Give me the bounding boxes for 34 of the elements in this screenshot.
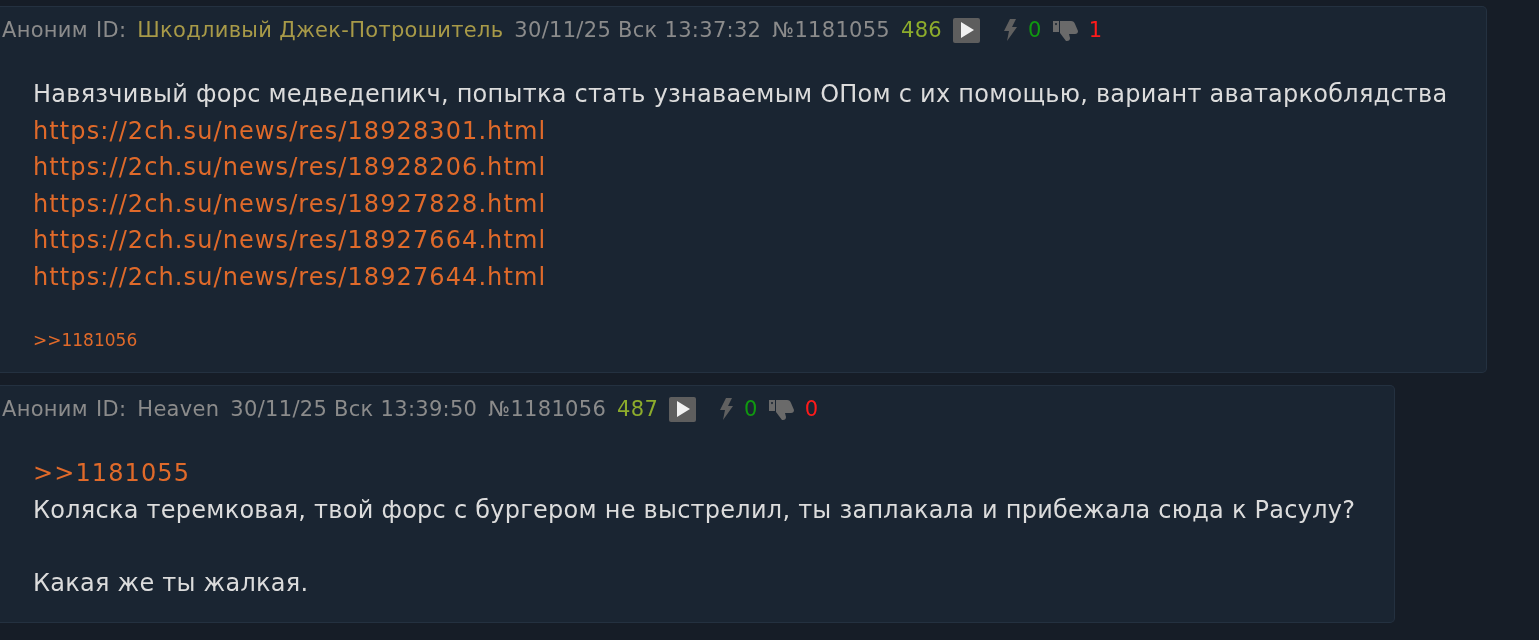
author-name: Аноним — [2, 396, 88, 422]
post-link[interactable]: >>1181055 — [33, 459, 190, 487]
play-button[interactable] — [669, 396, 697, 422]
poster-id: Heaven — [137, 396, 220, 422]
dislike-count: 1 — [1088, 17, 1103, 43]
id-label: ID: — [95, 396, 127, 422]
post-number[interactable]: №1181056 — [488, 396, 607, 422]
post-date: 30/11/25 Вск 13:39:50 — [230, 396, 478, 422]
poster-id: Шкодливый Джек-Потрошитель — [137, 17, 504, 43]
play-button[interactable] — [953, 17, 981, 43]
play-icon — [675, 401, 690, 417]
thumbs-down-icon[interactable] — [768, 398, 794, 420]
like-count: 0 — [1028, 17, 1042, 43]
lightning-icon[interactable] — [720, 398, 734, 420]
like-count: 0 — [744, 396, 758, 422]
dislike-count: 0 — [804, 396, 819, 422]
post-link[interactable]: https://2ch.su/news/res/18927644.html — [33, 262, 547, 291]
post-text: Какая же ты жалкая. — [33, 568, 309, 597]
play-icon — [959, 22, 974, 38]
post-ordinal: 486 — [901, 17, 943, 43]
post-number[interactable]: №1181055 — [772, 17, 891, 43]
post-link[interactable]: https://2ch.su/news/res/18927664.html — [33, 226, 547, 254]
post-link[interactable]: https://2ch.su/news/res/18927828.html — [33, 189, 547, 218]
post-date: 30/11/25 Вск 13:37:32 — [514, 17, 762, 43]
post-ordinal: 487 — [617, 396, 659, 422]
post-text: Навязчивый форс медведепикч, попытка стать узнаваемым ОПом с их помощью, вариант аватаркоблядства — [33, 80, 1448, 108]
post-link[interactable]: https://2ch.su/news/res/18928206.html — [33, 153, 547, 181]
lightning-icon[interactable] — [1004, 19, 1018, 41]
thumbs-down-icon[interactable] — [1052, 19, 1078, 41]
id-label: ID: — [95, 17, 127, 43]
author-name: Аноним — [2, 17, 88, 43]
post-text: Коляска теремковая, твой форс с бургером не выстрелил, ты заплакала и прибежала сюда к Расулу? — [33, 495, 1356, 524]
post-link[interactable]: https://2ch.su/news/res/18928301.html — [33, 116, 547, 145]
reply-link[interactable]: >>1181056 — [33, 329, 138, 351]
